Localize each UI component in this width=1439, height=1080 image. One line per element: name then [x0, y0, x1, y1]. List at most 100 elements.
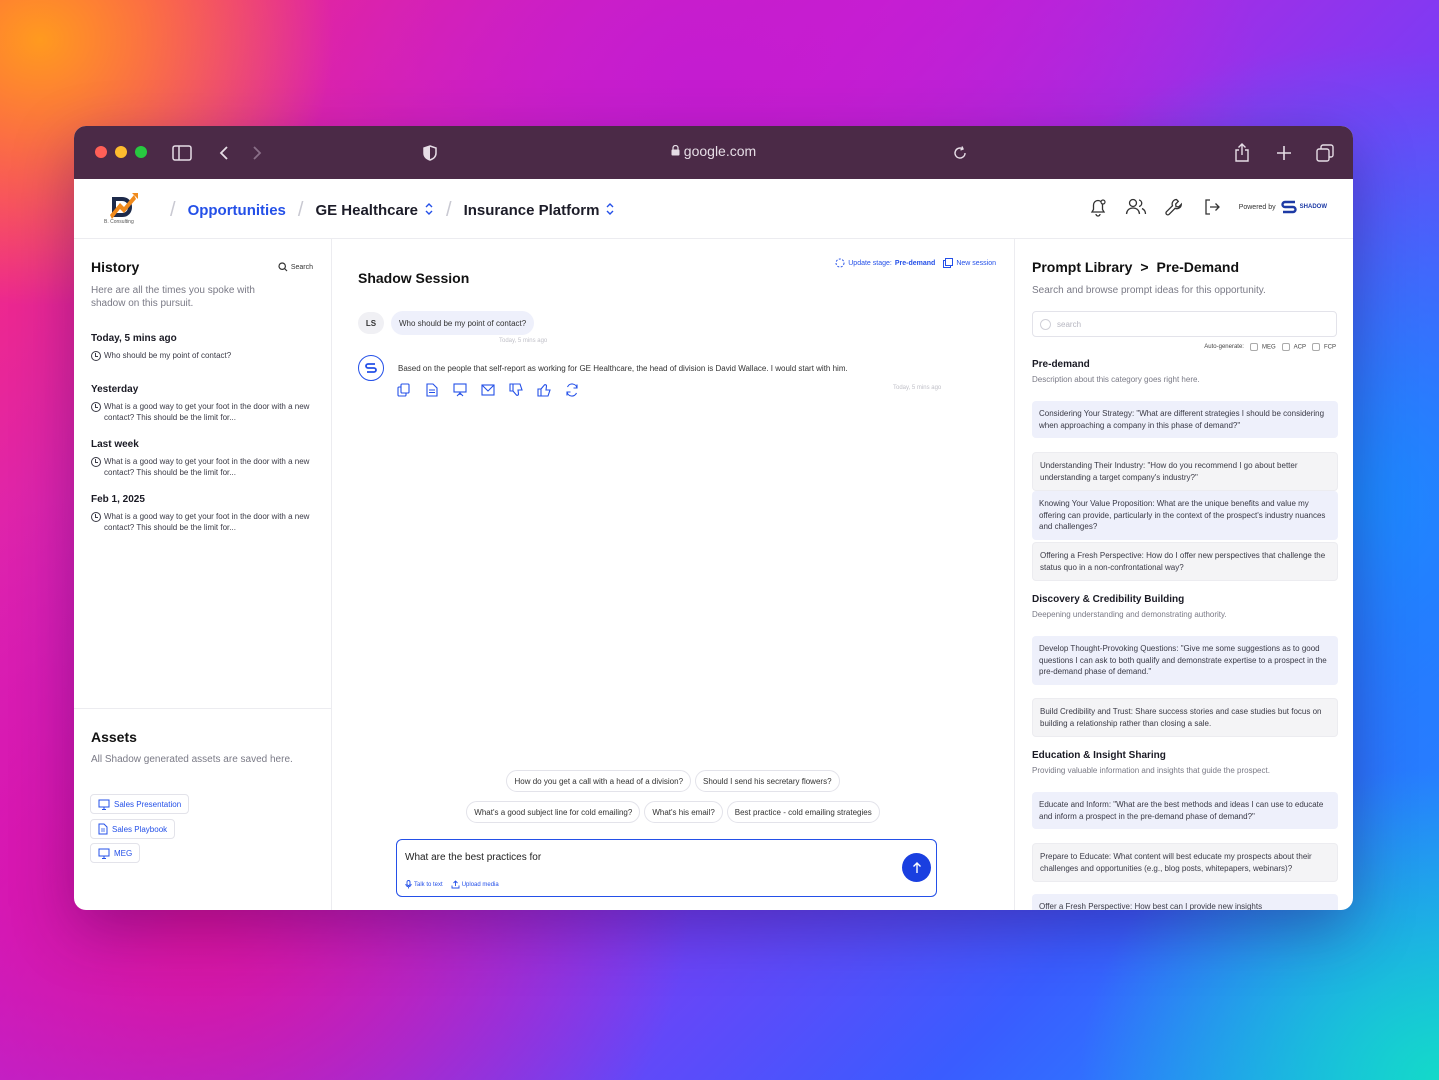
breadcrumb-label: Opportunities [187, 202, 286, 219]
clock-icon [91, 351, 101, 361]
prompt-card[interactable]: Build Credibility and Trust: Share succe… [1032, 698, 1338, 737]
history-search-button[interactable]: Search [278, 262, 313, 272]
session-panel: Shadow Session Update stage: Pre-demand … [332, 239, 1015, 910]
autogen-checkbox-meg[interactable]: MEG [1249, 343, 1276, 351]
history-panel: History Search Here are all the times yo… [74, 239, 332, 910]
user-message: Who should be my point of contact? [391, 311, 535, 335]
suggestion-chip[interactable]: What's his email? [644, 801, 723, 823]
autogen-option-label: ACP [1293, 344, 1306, 351]
ai-message-time: Today, 5 mins ago [893, 385, 942, 391]
wrench-icon[interactable] [1163, 196, 1185, 218]
thumbs-up-icon[interactable] [536, 382, 552, 398]
bell-icon[interactable] [1087, 196, 1109, 218]
thumbs-down-icon[interactable] [508, 382, 524, 398]
update-stage-value: Pre-demand [894, 259, 936, 267]
new-tab-icon[interactable] [1272, 141, 1296, 165]
history-item-text: What is a good way to get your foot in t… [104, 512, 310, 532]
presentation-icon[interactable] [452, 382, 468, 398]
breadcrumb-opportunities[interactable]: Opportunities [188, 202, 286, 219]
history-date: Yesterday [91, 384, 139, 395]
powered-by: Powered by SHADOW [1239, 199, 1327, 215]
prompt-card[interactable]: Offer a Fresh Perspective: How best can … [1032, 894, 1338, 910]
asset-sales-presentation[interactable]: Sales Presentation [90, 794, 190, 814]
history-item[interactable]: What is a good way to get your foot in t… [91, 511, 316, 533]
new-session-button[interactable]: New session [943, 258, 996, 268]
copy-icon[interactable] [396, 382, 412, 398]
search-icon [1040, 318, 1051, 330]
history-description: Here are all the times you spoke with sh… [91, 285, 255, 309]
asset-label: Sales Presentation [114, 799, 182, 809]
prompt-card[interactable]: Understanding Their Industry: "How do yo… [1032, 452, 1338, 491]
presentation-icon [98, 799, 110, 810]
history-date: Feb 1, 2025 [91, 494, 145, 505]
talk-to-text-button[interactable]: Talk to text [405, 880, 443, 889]
composer-input[interactable]: What are the best practices for [405, 852, 541, 863]
shadow-logo: SHADOW [1280, 199, 1327, 215]
history-item[interactable]: What is a good way to get your foot in t… [91, 456, 316, 478]
update-stage-label: Update stage: [848, 259, 892, 267]
ai-message: Based on the people that self-report as … [398, 364, 848, 373]
prompt-card[interactable]: Educate and Inform: "What are the best m… [1032, 792, 1338, 829]
share-icon[interactable] [1230, 141, 1254, 165]
browser-titlebar: google.com [74, 126, 1353, 179]
search-label: Search [290, 263, 313, 271]
document-icon [98, 823, 108, 835]
auto-generate-label: Auto-generate: [1204, 344, 1244, 350]
lock-icon [671, 143, 680, 159]
new-session-label: New session [956, 259, 996, 267]
ai-message-tools [396, 382, 580, 398]
app-header: B. Consulting / Opportunities / GE Healt… [74, 179, 1353, 239]
autogen-checkbox-fcp[interactable]: FCP [1312, 343, 1336, 351]
upload-media-label: Upload media [461, 881, 499, 888]
document-icon[interactable] [424, 382, 440, 398]
suggestions-row: How do you get a call with a head of a d… [332, 770, 1014, 792]
tabs-overview-icon[interactable] [1313, 141, 1337, 165]
suggestion-chip[interactable]: Best practice - cold emailing strategies [726, 801, 880, 823]
suggestion-chip[interactable]: How do you get a call with a head of a d… [506, 770, 692, 792]
prompt-card[interactable]: Considering Your Strategy: "What are dif… [1032, 401, 1338, 438]
prompt-category: Pre-demand Description about this catego… [1032, 359, 1338, 384]
url-text: google.com [683, 143, 757, 159]
prompt-card[interactable]: Develop Thought-Provoking Questions: "Gi… [1032, 636, 1338, 685]
message-composer[interactable]: What are the best practices for Talk to … [396, 839, 937, 897]
presentation-icon [98, 848, 110, 859]
autogen-option-label: MEG [1261, 344, 1276, 351]
prompt-card[interactable]: Prepare to Educate: What content will be… [1032, 843, 1338, 882]
history-group: Feb 1, 2025 What is a good way to get yo… [91, 494, 316, 533]
prompt-library-header: Prompt Library > Pre-Demand [1032, 259, 1239, 275]
clock-icon [91, 512, 101, 522]
prompt-search-input[interactable]: search [1032, 311, 1337, 337]
breadcrumb: / Opportunities / GE Healthcare / Insura… [158, 199, 615, 222]
prompt-library-stage: Pre-Demand [1156, 259, 1240, 275]
asset-meg[interactable]: MEG [90, 843, 141, 863]
upload-media-button[interactable]: Upload media [451, 880, 499, 889]
regenerate-icon[interactable] [564, 382, 580, 398]
prompt-library-panel: Prompt Library > Pre-Demand Search and b… [1015, 239, 1353, 910]
chevron-up-down-icon [424, 202, 434, 219]
history-date: Today, 5 mins ago [91, 333, 177, 344]
assets-description: All Shadow generated assets are saved he… [91, 754, 293, 765]
prompt-card[interactable]: Knowing Your Value Proposition: What are… [1032, 491, 1338, 540]
breadcrumb-insurance-platform[interactable]: Insurance Platform [464, 202, 616, 219]
reload-icon[interactable] [948, 141, 972, 165]
assets-title: Assets [91, 729, 137, 745]
users-icon[interactable] [1125, 196, 1147, 218]
suggestion-chip[interactable]: What's a good subject line for cold emai… [466, 801, 641, 823]
breadcrumb-label: GE Healthcare [315, 202, 418, 219]
logout-icon[interactable] [1201, 196, 1223, 218]
suggestion-chip[interactable]: Should I send his secretary flowers? [695, 770, 840, 792]
asset-sales-playbook[interactable]: Sales Playbook [90, 819, 176, 839]
breadcrumb-ge-healthcare[interactable]: GE Healthcare [315, 202, 434, 219]
send-button[interactable] [902, 853, 931, 882]
asset-label: MEG [114, 848, 133, 858]
mail-icon[interactable] [480, 382, 496, 398]
loading-circle-icon [835, 258, 845, 268]
address-bar[interactable]: google.com [74, 143, 1353, 159]
update-stage-button[interactable]: Update stage: Pre-demand [835, 258, 935, 268]
breadcrumb-label: Insurance Platform [463, 202, 600, 219]
autogen-checkbox-acp[interactable]: ACP [1281, 343, 1306, 351]
history-item[interactable]: Who should be my point of contact? [91, 350, 316, 361]
history-item[interactable]: What is a good way to get your foot in t… [91, 401, 316, 423]
main-content: History Search Here are all the times yo… [74, 239, 1353, 910]
prompt-card[interactable]: Offering a Fresh Perspective: How do I o… [1032, 542, 1338, 581]
